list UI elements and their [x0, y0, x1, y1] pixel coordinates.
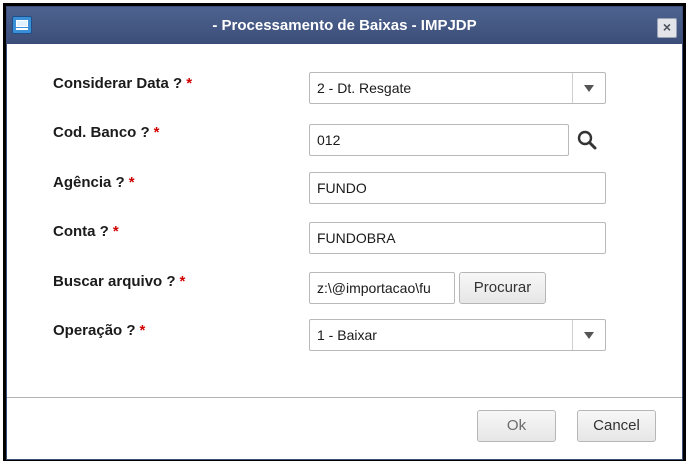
chevron-down-icon[interactable] [572, 73, 605, 103]
cod-banco-input[interactable]: 012 [309, 124, 569, 156]
operacao-label: Operação ? * [53, 322, 145, 339]
required-marker: * [153, 124, 160, 141]
required-marker: * [112, 223, 119, 240]
considerar-data-label: Considerar Data ? * [53, 75, 192, 92]
buscar-arquivo-input[interactable]: z:\@importacao\fu [309, 272, 455, 304]
buscar-arquivo-label: Buscar arquivo ? * [53, 273, 185, 290]
considerar-data-select[interactable]: 2 - Dt. Resgate [309, 72, 606, 104]
cod-banco-value: 012 [317, 132, 341, 148]
procurar-button[interactable]: Procurar [459, 272, 546, 304]
conta-label: Conta ? * [53, 223, 119, 240]
cod-banco-label-text: Cod. Banco ? [53, 124, 150, 141]
required-marker: * [179, 273, 186, 290]
dialog-window: - Processamento de Baixas - IMPJDP × Con… [6, 6, 683, 460]
ok-button[interactable]: Ok [477, 410, 556, 442]
considerar-data-value: 2 - Dt. Resgate [317, 80, 412, 96]
cod-banco-label: Cod. Banco ? * [53, 124, 160, 141]
agencia-input[interactable]: FUNDO [309, 172, 606, 204]
conta-value: FUNDOBRA [317, 230, 396, 246]
agencia-label: Agência ? * [53, 174, 135, 191]
buscar-arquivo-label-text: Buscar arquivo ? [53, 273, 176, 290]
agencia-label-text: Agência ? [53, 174, 125, 191]
agencia-value: FUNDO [317, 180, 367, 196]
footer-divider [7, 397, 682, 398]
operacao-value: 1 - Baixar [317, 327, 377, 343]
chevron-down-icon[interactable] [572, 320, 605, 350]
considerar-data-label-text: Considerar Data ? [53, 75, 183, 92]
required-marker: * [186, 75, 193, 92]
search-icon[interactable] [575, 128, 599, 152]
title-bar: - Processamento de Baixas - IMPJDP × [7, 7, 682, 44]
required-marker: * [128, 174, 135, 191]
dialog-title: - Processamento de Baixas - IMPJDP [212, 17, 477, 34]
close-button[interactable]: × [657, 18, 677, 38]
operacao-select[interactable]: 1 - Baixar [309, 319, 606, 351]
operacao-label-text: Operação ? [53, 322, 136, 339]
buscar-arquivo-value: z:\@importacao\fu [317, 280, 431, 296]
cancel-button[interactable]: Cancel [577, 410, 656, 442]
required-marker: * [139, 322, 146, 339]
conta-label-text: Conta ? [53, 223, 109, 240]
conta-input[interactable]: FUNDOBRA [309, 222, 606, 254]
